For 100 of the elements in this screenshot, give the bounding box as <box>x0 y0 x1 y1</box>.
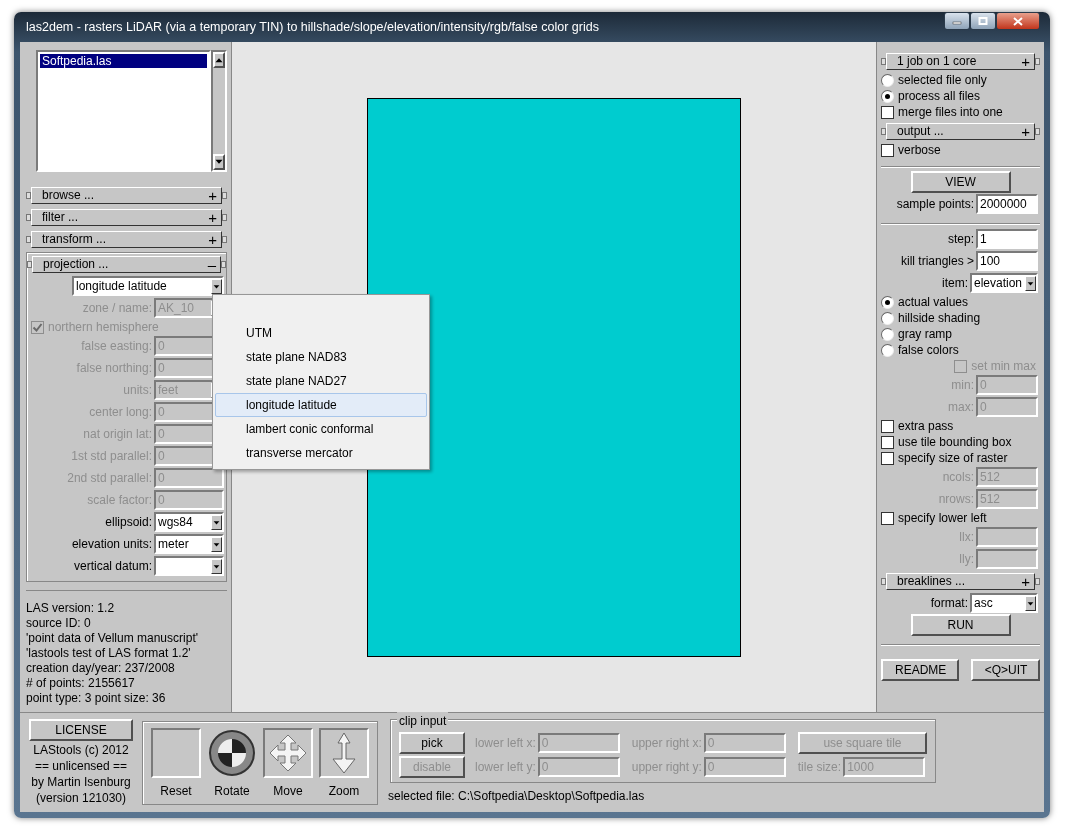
section-toggle[interactable]: browse ... + <box>31 186 222 204</box>
sash-handle[interactable] <box>881 127 886 135</box>
up-down-arrow-icon <box>329 731 359 775</box>
dropdown[interactable]: meter <box>154 534 224 554</box>
sash-handle[interactable] <box>222 235 227 243</box>
checkmark-icon <box>32 321 43 333</box>
menu-item[interactable]: longitude latitude <box>215 393 427 417</box>
checkbox-label: merge files into one <box>898 104 1003 121</box>
status-text: selected file: C:\Softpedia\Desktop\Softpedia.las <box>387 788 646 805</box>
section-toggle[interactable]: output ... + <box>886 122 1035 140</box>
scrollbar[interactable] <box>211 50 227 172</box>
license-text: == unlicensed == <box>34 758 128 774</box>
field-label: lower left y: <box>475 759 536 776</box>
blank-icon <box>151 728 201 778</box>
field-label: false northing: <box>76 360 152 377</box>
checkbox-label: extra pass <box>898 418 954 435</box>
field-label: item: <box>942 275 968 292</box>
push-button[interactable]: <Q>UIT <box>970 659 1040 681</box>
sash-handle[interactable] <box>26 235 31 243</box>
push-button[interactable]: VIEW <box>910 171 1011 193</box>
field-label: units: <box>123 382 152 399</box>
radio-label: actual values <box>898 294 969 311</box>
text-field[interactable]: 2000000 <box>976 194 1038 214</box>
field-label: step: <box>948 231 974 248</box>
minimize-button[interactable] <box>944 12 970 30</box>
radio-button[interactable] <box>881 295 894 309</box>
radio-label: process all files <box>898 88 981 105</box>
radio-button[interactable] <box>881 327 894 341</box>
list-item[interactable]: Softpedia.las <box>40 54 207 68</box>
license-text: by Martin Isenburg <box>31 774 131 790</box>
radio-button[interactable] <box>881 89 894 103</box>
field-label: ncols: <box>942 469 974 486</box>
sash-handle[interactable] <box>1035 127 1040 135</box>
push-button[interactable]: README <box>881 659 959 681</box>
radio-button[interactable] <box>881 311 894 325</box>
text-field[interactable]: 1 <box>976 229 1038 249</box>
sash-handle[interactable] <box>221 260 226 268</box>
scroll-down-icon <box>215 159 223 165</box>
scroll-up-icon <box>215 57 223 63</box>
checkbox-label: northern hemisphere <box>48 319 159 336</box>
sash-handle[interactable] <box>222 213 227 221</box>
checkbox[interactable] <box>881 451 894 465</box>
field-label: center long: <box>89 404 152 421</box>
rotate-tool-button[interactable]: Rotate <box>207 728 257 800</box>
section-toggle[interactable]: transform ... + <box>31 230 222 248</box>
checkbox[interactable] <box>881 511 894 525</box>
sash-handle[interactable] <box>27 260 32 268</box>
section-toggle[interactable]: filter ... + <box>31 208 222 226</box>
radio-label: gray ramp <box>898 326 953 343</box>
field-label: elevation units: <box>71 536 152 553</box>
sash-handle[interactable] <box>1035 57 1040 65</box>
checkbox[interactable] <box>881 105 894 119</box>
info-line: creation day/year: 237/2008 <box>26 661 176 676</box>
sash-handle[interactable] <box>881 577 886 585</box>
info-line: LAS version: 1.2 <box>26 601 116 616</box>
window-title: las2dem - rasters LiDAR (via a temporary TIN) to hillshade/slope/elevation/intensity/rgb/false color grids <box>26 18 600 36</box>
field-label: scale factor: <box>87 492 152 509</box>
sphere-icon <box>208 729 256 777</box>
field-label: ellipsoid: <box>105 514 152 531</box>
radio-button[interactable] <box>881 73 894 87</box>
sash-handle[interactable] <box>1035 577 1040 585</box>
checkbox-label: verbose <box>898 142 941 159</box>
sash-handle[interactable] <box>881 57 886 65</box>
license-text: (version 121030) <box>35 790 127 806</box>
field-label: vertical datum: <box>73 558 152 575</box>
maximize-button[interactable] <box>970 12 996 30</box>
info-line: 'lastools test of LAS format 1.2' <box>26 646 192 661</box>
info-line: point type: 3 point size: 36 <box>26 691 167 706</box>
section-toggle[interactable]: breaklines ... + <box>886 572 1035 590</box>
field-label: lower left x: <box>475 735 536 752</box>
section-toggle[interactable]: 1 job on 1 core + <box>886 52 1035 70</box>
maximize-icon <box>978 17 988 25</box>
sash-handle[interactable] <box>26 213 31 221</box>
sash-handle[interactable] <box>26 191 31 199</box>
reset-tool-button[interactable]: Reset <box>151 728 201 800</box>
close-button[interactable] <box>996 12 1040 30</box>
push-button[interactable]: RUN <box>910 614 1011 636</box>
field-label: zone / name: <box>82 300 152 317</box>
dropdown[interactable] <box>154 556 224 576</box>
four-way-arrow-icon <box>268 733 308 773</box>
checkbox[interactable] <box>881 143 894 157</box>
push-button[interactable]: pick <box>399 732 466 754</box>
field-label: kill triangles > <box>900 253 974 270</box>
checkbox-label: specify lower left <box>898 510 987 527</box>
section-toggle[interactable]: projection ... – <box>32 255 221 273</box>
dropdown[interactable]: longitude latitude <box>72 276 224 296</box>
field-label: nrows: <box>938 491 974 508</box>
field-label: tile size: <box>797 759 842 776</box>
checkbox[interactable] <box>881 435 894 449</box>
radio-button[interactable] <box>881 343 894 357</box>
dropdown[interactable]: elevation <box>970 273 1038 293</box>
dropdown[interactable]: wgs84 <box>154 512 224 532</box>
sash-handle[interactable] <box>222 191 227 199</box>
radio-label: false colors <box>898 342 959 359</box>
checkbox[interactable] <box>881 419 894 433</box>
dropdown[interactable]: asc <box>970 593 1038 613</box>
text-field[interactable]: 100 <box>976 251 1038 271</box>
info-line: source ID: 0 <box>26 616 92 631</box>
license-button[interactable]: LICENSE <box>29 719 133 741</box>
checkbox-label: set min max <box>971 358 1036 375</box>
